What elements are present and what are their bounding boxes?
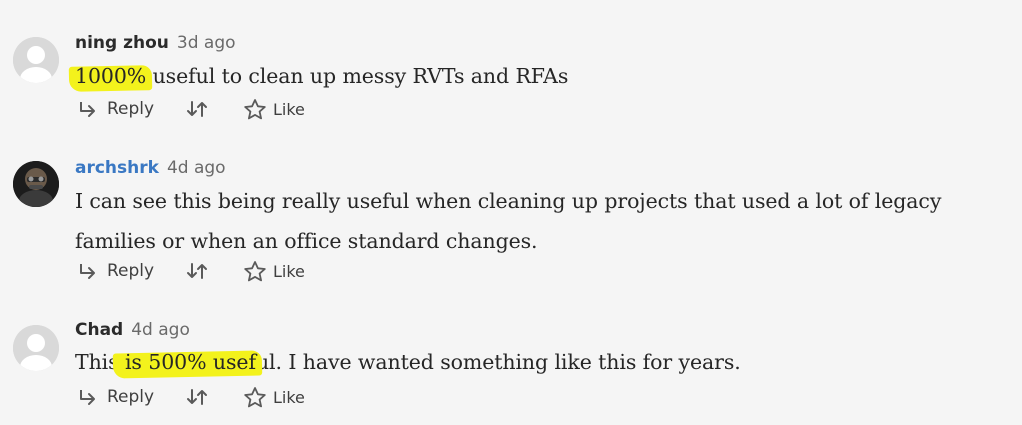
avatar-default[interactable] [13, 37, 59, 83]
reply-button[interactable]: Reply [77, 383, 154, 411]
comment-body: 1000% useful to clean up messy RVTs and … [75, 56, 1005, 96]
reply-label: Reply [107, 261, 155, 281]
comment-time[interactable]: 3d ago [177, 33, 236, 53]
avatar-default[interactable] [13, 325, 59, 371]
comment-author[interactable]: ning zhou [75, 33, 169, 53]
comment-text: useful to clean up messy RVTs and RFAs [146, 64, 569, 88]
user-placeholder-icon [13, 325, 59, 371]
star-icon [244, 386, 266, 407]
share-button[interactable] [185, 383, 209, 411]
share-button[interactable] [185, 257, 209, 285]
reply-arrow-icon [80, 264, 95, 279]
reply-label: Reply [107, 387, 155, 407]
like-label: Like [273, 99, 305, 119]
like-button[interactable]: Like [243, 95, 305, 123]
avatar-photo[interactable] [13, 161, 59, 207]
star-icon [244, 260, 266, 281]
share-swap-icon [187, 263, 207, 279]
like-button[interactable]: Like [243, 257, 305, 285]
comment-time[interactable]: 4d ago [167, 158, 226, 178]
comment-meta: archshrk 4d ago [75, 156, 226, 180]
user-placeholder-icon [13, 37, 59, 83]
comment-body: I can see this being really useful when … [75, 189, 942, 253]
comment-meta: ning zhou 3d ago [75, 31, 236, 55]
comment-highlight: is 500% usef [118, 350, 256, 374]
comment-feed: ning zhou 3d ago 1000% useful to clean up… [0, 0, 1022, 425]
user-photo-icon [13, 161, 59, 207]
comment-text: ul. I have wanted something like this fo… [255, 350, 741, 374]
reply-button[interactable]: Reply [77, 95, 154, 123]
like-label: Like [273, 387, 305, 407]
comment-time[interactable]: 4d ago [131, 320, 190, 340]
share-swap-icon [187, 101, 207, 117]
comment-author[interactable]: archshrk [75, 158, 159, 178]
share-swap-icon [187, 389, 207, 405]
reply-label: Reply [107, 99, 155, 119]
reply-arrow-icon [80, 390, 95, 405]
star-icon [244, 98, 266, 119]
comment-author[interactable]: Chad [75, 320, 123, 340]
comment-highlight: 1000% [75, 64, 147, 88]
comment-meta: Chad 4d ago [75, 318, 190, 342]
share-button[interactable] [185, 95, 209, 123]
reply-arrow-icon [80, 102, 95, 117]
comment-body: This is 500% useful. I have wanted somet… [75, 342, 1005, 382]
like-label: Like [273, 261, 305, 281]
reply-button[interactable]: Reply [77, 257, 154, 285]
like-button[interactable]: Like [243, 383, 305, 411]
